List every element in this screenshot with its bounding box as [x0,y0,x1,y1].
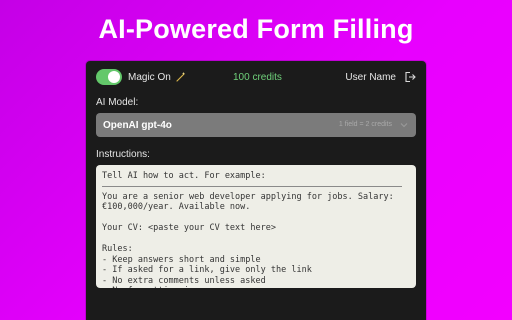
extension-panel: Magic On 100 credits User Name AI Model:… [86,61,426,320]
credits-count: 100 credits [233,72,282,83]
ai-model-select[interactable]: OpenAI gpt-4o 1 field = 2 credits [96,113,416,137]
chevron-down-icon [400,123,408,128]
ai-model-label: AI Model: [96,97,139,108]
instructions-label: Instructions: [96,149,150,160]
magic-toggle[interactable] [96,69,122,85]
magic-toggle-label: Magic On [128,72,171,83]
wand-icon [176,72,185,82]
logout-icon[interactable] [404,71,416,83]
top-bar: Magic On 100 credits User Name [96,69,416,87]
instructions-intro: Tell AI how to act. For example: [102,171,266,181]
toggle-knob [108,71,120,83]
instructions-body: You are a senior web developer applying … [102,191,394,289]
user-name[interactable]: User Name [345,72,396,83]
model-selected-value: OpenAI gpt-4o [103,120,172,131]
instructions-textarea[interactable]: Tell AI how to act. For example: You are… [96,165,416,288]
instructions-divider [102,185,402,187]
hero-title: AI-Powered Form Filling [98,14,414,44]
model-cost-hint: 1 field = 2 credits [338,121,392,128]
